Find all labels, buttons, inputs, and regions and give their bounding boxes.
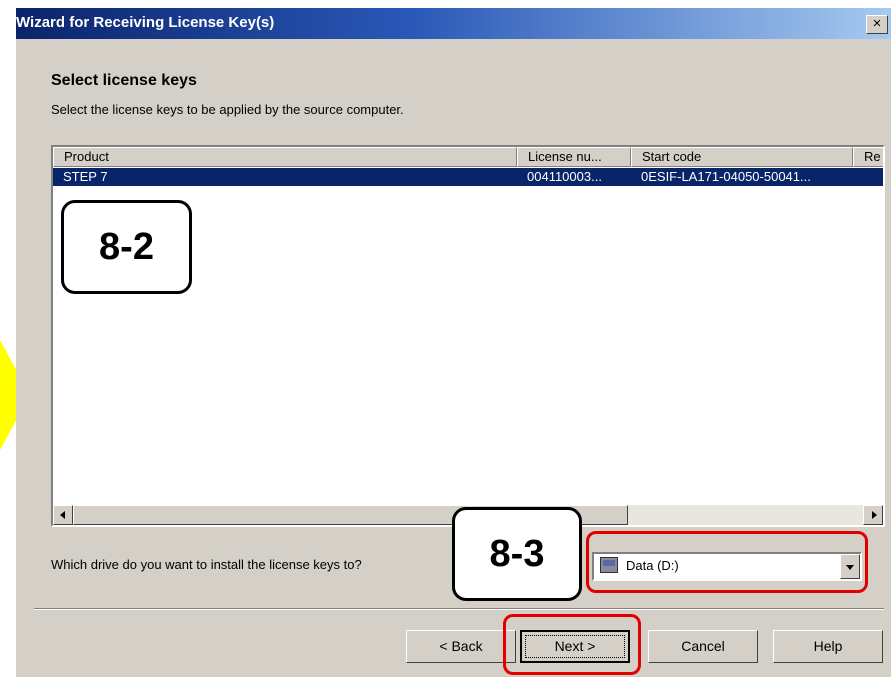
- callout-8-3: 8-3: [452, 507, 582, 601]
- back-button[interactable]: < Back: [406, 630, 516, 663]
- scroll-left-button[interactable]: [53, 505, 73, 525]
- arrow-left-icon: [60, 511, 65, 519]
- cell-start-code: 0ESIF-LA171-04050-50041...: [641, 169, 811, 184]
- close-button[interactable]: ×: [866, 15, 888, 34]
- cancel-button[interactable]: Cancel: [648, 630, 758, 663]
- help-button[interactable]: Help: [773, 630, 883, 663]
- column-header-re[interactable]: Re: [853, 147, 883, 167]
- separator-highlight: [34, 609, 884, 610]
- arrow-right-icon: [872, 511, 877, 519]
- drive-select-highlight: [586, 531, 868, 593]
- callout-8-2: 8-2: [61, 200, 192, 294]
- list-row-selected[interactable]: STEP 7 004110003... 0ESIF-LA171-04050-50…: [53, 168, 883, 186]
- page-heading: Select license keys: [51, 72, 197, 89]
- cell-product: STEP 7: [63, 169, 108, 184]
- window-title: Wizard for Receiving License Key(s): [16, 14, 275, 31]
- cell-license-number: 004110003...: [527, 169, 602, 184]
- list-header: Product License nu... Start code Re: [53, 147, 883, 167]
- page-subheading: Select the license keys to be applied by…: [51, 102, 404, 117]
- column-header-start-code[interactable]: Start code: [631, 147, 853, 167]
- column-header-license-number[interactable]: License nu...: [517, 147, 631, 167]
- scroll-right-button[interactable]: [863, 505, 883, 525]
- drive-question-label: Which drive do you want to install the l…: [51, 557, 362, 572]
- column-header-product[interactable]: Product: [53, 147, 517, 167]
- title-bar: Wizard for Receiving License Key(s) ×: [16, 8, 891, 39]
- next-button-highlight: [503, 614, 641, 675]
